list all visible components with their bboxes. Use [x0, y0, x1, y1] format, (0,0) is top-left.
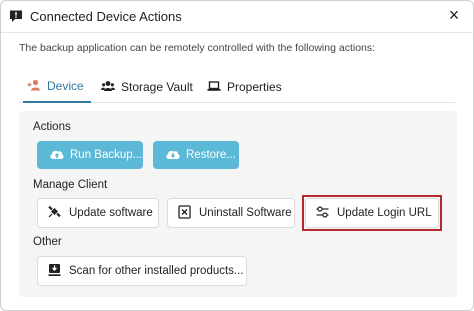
dialog-header: Connected Device Actions ×	[1, 1, 473, 33]
dialog-description: The backup application can be remotely c…	[19, 42, 376, 54]
satellite-icon	[48, 205, 69, 221]
restore-button[interactable]: Restore...	[153, 141, 239, 169]
connected-device-actions-dialog: Connected Device Actions × The backup ap…	[0, 0, 474, 311]
tab-storage-vault-label: Storage Vault	[121, 80, 193, 94]
tab-storage-vault[interactable]: Storage Vault	[101, 71, 193, 103]
scan-installed-products-label: Scan for other installed products...	[69, 265, 244, 277]
close-icon[interactable]: ×	[445, 6, 463, 24]
update-software-button[interactable]: Update software	[37, 198, 159, 228]
tab-properties-label: Properties	[227, 80, 282, 94]
cloud-upload-icon	[49, 148, 70, 163]
uninstall-software-label: Uninstall Software	[199, 207, 292, 219]
scan-download-icon	[48, 263, 69, 280]
tab-bar: Device Storage Vault Properties	[19, 71, 455, 103]
restore-label: Restore...	[186, 149, 236, 161]
tab-device-label: Device	[47, 79, 84, 93]
laptop-icon	[207, 80, 227, 95]
actions-section-label: Actions	[33, 121, 71, 133]
scan-installed-products-button[interactable]: Scan for other installed products...	[37, 256, 247, 286]
dialog-title: Connected Device Actions	[30, 9, 182, 24]
tab-properties[interactable]: Properties	[207, 71, 282, 103]
cloud-download-icon	[165, 148, 186, 163]
highlight-box	[302, 195, 442, 231]
comment-alert-icon	[9, 9, 23, 23]
run-backup-button[interactable]: Run Backup...	[37, 141, 143, 169]
tab-device[interactable]: Device	[23, 71, 91, 103]
run-backup-label: Run Backup...	[70, 149, 143, 161]
uninstall-software-button[interactable]: Uninstall Software	[167, 198, 295, 228]
update-software-label: Update software	[69, 207, 153, 219]
other-section-label: Other	[33, 236, 62, 248]
device-actions-panel: Actions Run Backup... Restore... Manage …	[19, 111, 457, 297]
user-plus-icon	[27, 79, 47, 94]
uninstall-icon	[178, 204, 199, 222]
manage-client-section-label: Manage Client	[33, 179, 108, 191]
users-icon	[101, 80, 121, 95]
